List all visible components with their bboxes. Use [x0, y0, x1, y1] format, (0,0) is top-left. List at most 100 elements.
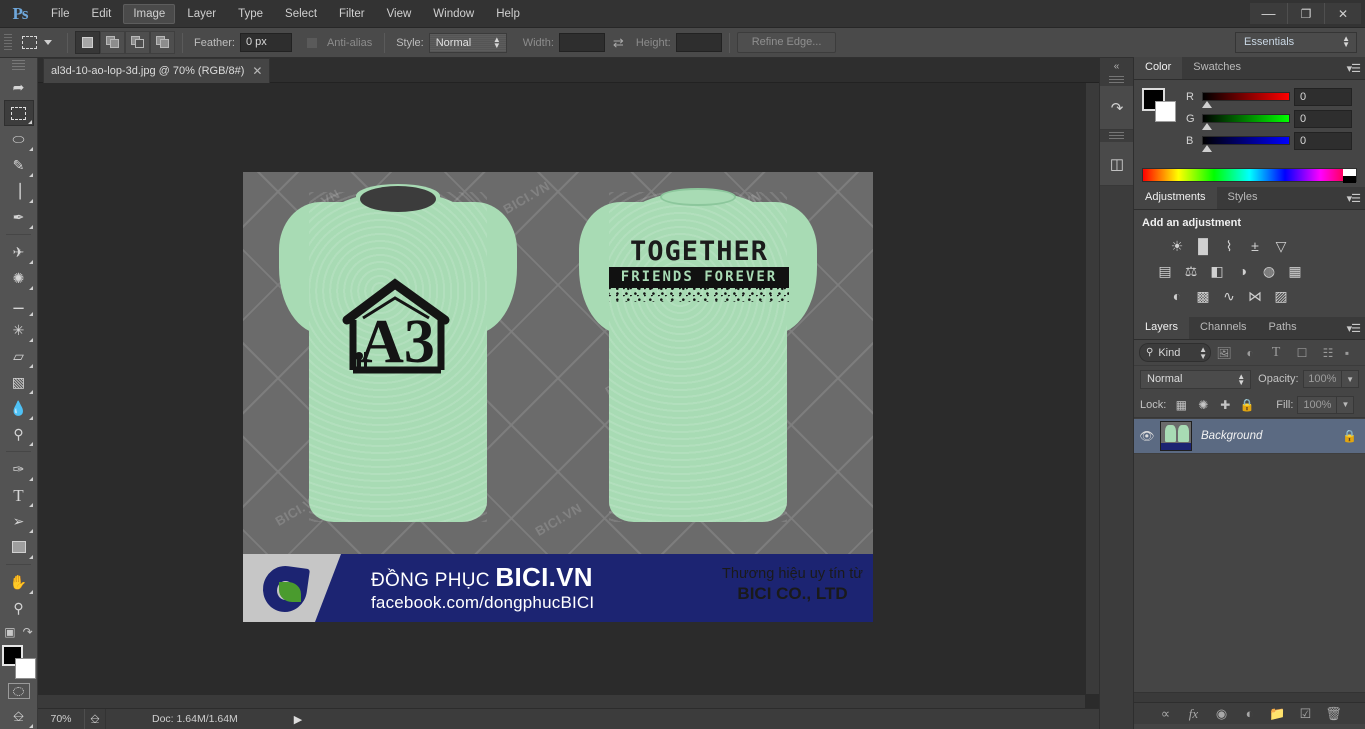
- collapse-panels-icon[interactable]: «: [1100, 58, 1133, 74]
- opacity-chevron-down-icon[interactable]: ▼: [1342, 370, 1359, 388]
- green-slider[interactable]: [1202, 114, 1290, 130]
- threshold-icon[interactable]: ∿: [1216, 285, 1242, 307]
- status-expand-arrow-icon[interactable]: ▶: [294, 713, 302, 726]
- rectangular-marquee-tool[interactable]: [3, 100, 34, 126]
- eyedropper-tool[interactable]: ✒: [4, 204, 34, 230]
- adjustment-layer-filter-icon[interactable]: ◐: [1237, 343, 1263, 363]
- hue-saturation-icon[interactable]: ▤: [1152, 260, 1178, 282]
- link-layers-icon[interactable]: ∝: [1152, 706, 1180, 722]
- default-colors-icon[interactable]: ▣: [4, 625, 15, 639]
- menu-filter[interactable]: Filter: [329, 4, 375, 24]
- crop-tool[interactable]: ⎟: [4, 178, 34, 204]
- menu-layer[interactable]: Layer: [177, 4, 226, 24]
- green-value[interactable]: 0: [1294, 110, 1352, 128]
- brush-tool[interactable]: ✺: [4, 265, 34, 291]
- refine-edge-button[interactable]: Refine Edge...: [736, 32, 837, 53]
- tab-paths[interactable]: Paths: [1257, 317, 1308, 339]
- tab-adjustments[interactable]: Adjustments: [1134, 187, 1217, 209]
- menu-view[interactable]: View: [377, 4, 422, 24]
- type-tool[interactable]: T: [4, 482, 34, 508]
- width-input[interactable]: [558, 33, 605, 52]
- dock-grip[interactable]: [1109, 76, 1124, 85]
- shape-layer-filter-icon[interactable]: ☐: [1289, 343, 1315, 363]
- history-icon[interactable]: ↷: [1100, 86, 1134, 130]
- feather-input[interactable]: 0 px: [239, 33, 292, 52]
- artboard[interactable]: BICI.VN BICI.VN BICI.VN BICI.VN BICI.VN …: [243, 172, 873, 622]
- opacity-value[interactable]: 100%: [1302, 370, 1343, 388]
- layer-style-fx-icon[interactable]: fx: [1180, 706, 1208, 722]
- rectangular-marquee-icon[interactable]: [17, 32, 41, 54]
- layer-row-background[interactable]: 👁 Background 🔒: [1134, 418, 1365, 454]
- restore-button[interactable]: ❐: [1287, 3, 1324, 24]
- lock-icon[interactable]: 🔒: [1342, 429, 1357, 443]
- menu-image[interactable]: Image: [123, 3, 176, 24]
- delete-layer-icon[interactable]: 🗑: [1320, 706, 1348, 722]
- smart-object-filter-icon[interactable]: ☷: [1315, 343, 1341, 363]
- move-tool[interactable]: ➦: [4, 74, 34, 100]
- eraser-tool[interactable]: ▱: [4, 343, 34, 369]
- rectangle-tool[interactable]: [4, 534, 34, 560]
- menu-file[interactable]: File: [41, 4, 80, 24]
- zoom-tool[interactable]: ⚲: [4, 595, 34, 621]
- pen-tool[interactable]: ✑: [4, 456, 34, 482]
- subtract-from-selection-button[interactable]: [125, 31, 150, 54]
- color-spectrum-ramp[interactable]: [1142, 168, 1357, 183]
- posterize-icon[interactable]: ▩: [1190, 285, 1216, 307]
- mini-bridge-icon[interactable]: ◫: [1100, 142, 1134, 186]
- gradient-map-icon[interactable]: ▨: [1268, 285, 1294, 307]
- filter-toggle-icon[interactable]: ▪: [1341, 343, 1353, 363]
- eye-icon[interactable]: 👁: [1134, 429, 1160, 443]
- document-tab[interactable]: al3d-10-ao-lop-3d.jpg @ 70% (RGB/8#) ✕: [43, 58, 271, 83]
- swap-colors-icon[interactable]: ↷: [23, 625, 33, 639]
- spot-healing-brush-tool[interactable]: ✈: [4, 239, 34, 265]
- color-lookup-icon[interactable]: ▦: [1282, 260, 1308, 282]
- history-brush-tool[interactable]: ✳: [4, 317, 34, 343]
- options-bar-grip[interactable]: [4, 33, 12, 52]
- panel-menu-icon[interactable]: ▾☰: [1347, 322, 1361, 335]
- menu-type[interactable]: Type: [228, 4, 273, 24]
- new-adjustment-layer-icon[interactable]: ◐: [1236, 706, 1264, 721]
- close-button[interactable]: ✕: [1324, 3, 1361, 24]
- tab-channels[interactable]: Channels: [1189, 317, 1258, 339]
- minimize-button[interactable]: —: [1250, 3, 1287, 24]
- intersect-with-selection-button[interactable]: [150, 31, 175, 54]
- blur-tool[interactable]: 💧: [4, 395, 34, 421]
- layer-kind-filter[interactable]: ⚲ Kind ▲ ▼: [1139, 343, 1211, 362]
- tools-panel-grip[interactable]: [12, 60, 25, 72]
- canvas-area[interactable]: BICI.VN BICI.VN BICI.VN BICI.VN BICI.VN …: [38, 83, 1099, 708]
- tab-swatches[interactable]: Swatches: [1182, 57, 1252, 79]
- add-layer-mask-icon[interactable]: ◉: [1208, 706, 1236, 722]
- new-group-icon[interactable]: 📁: [1264, 706, 1292, 722]
- blue-slider[interactable]: [1202, 136, 1290, 152]
- layers-horizontal-scrollbar[interactable]: [1134, 692, 1365, 702]
- menu-edit[interactable]: Edit: [82, 4, 122, 24]
- vibrance-icon[interactable]: ▽: [1268, 235, 1294, 257]
- height-input[interactable]: [675, 33, 722, 52]
- menu-help[interactable]: Help: [486, 4, 530, 24]
- menu-select[interactable]: Select: [275, 4, 327, 24]
- red-slider[interactable]: [1202, 92, 1290, 108]
- workspace-select[interactable]: Essentials ▲ ▼: [1235, 32, 1357, 53]
- clone-stamp-tool[interactable]: ⚊: [4, 291, 34, 317]
- canvas-vertical-scrollbar[interactable]: [1085, 83, 1099, 694]
- add-to-selection-button[interactable]: [100, 31, 125, 54]
- tab-color[interactable]: Color: [1134, 57, 1183, 79]
- document-icon[interactable]: ⎒: [84, 708, 106, 729]
- levels-icon[interactable]: ▐▌: [1190, 235, 1216, 257]
- screen-mode-icon[interactable]: ⎒: [4, 703, 34, 729]
- path-selection-tool[interactable]: ➢: [4, 508, 34, 534]
- dock-grip[interactable]: [1109, 132, 1124, 141]
- hand-tool[interactable]: ✋: [4, 569, 34, 595]
- selective-color-icon[interactable]: ⋈: [1242, 285, 1268, 307]
- tab-layers[interactable]: Layers: [1134, 317, 1190, 339]
- fill-value[interactable]: 100%: [1297, 395, 1338, 414]
- menu-window[interactable]: Window: [423, 4, 484, 24]
- canvas-horizontal-scrollbar[interactable]: [38, 694, 1085, 708]
- fill-chevron-down-icon[interactable]: ▼: [1337, 395, 1355, 414]
- close-icon[interactable]: ✕: [252, 64, 262, 78]
- tool-preset-chevron-down-icon[interactable]: [44, 40, 52, 45]
- quick-selection-tool[interactable]: ✎: [4, 152, 34, 178]
- zoom-level[interactable]: 70%: [38, 713, 84, 725]
- black-white-icon[interactable]: ◧: [1204, 260, 1230, 282]
- background-color-swatch[interactable]: [14, 658, 36, 679]
